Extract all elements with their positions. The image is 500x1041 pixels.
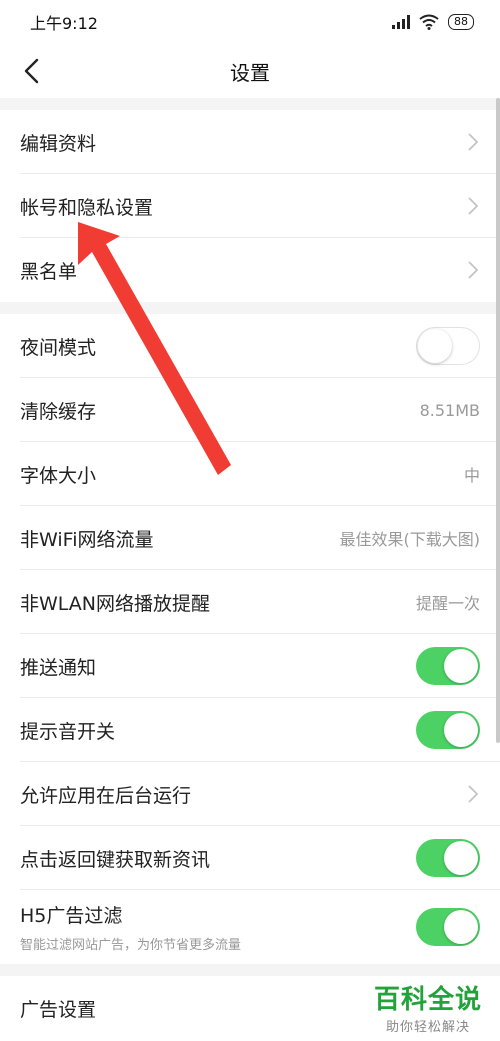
row-non-wlan-reminder[interactable]: 非WLAN网络播放提醒 提醒一次 xyxy=(0,570,500,634)
status-bar: 上午9:12 88 xyxy=(0,0,500,44)
push-notification-toggle[interactable] xyxy=(416,647,480,685)
signal-icon xyxy=(392,15,410,29)
row-label: 黑名单 xyxy=(20,260,78,283)
row-sublabel: 智能过滤网站广告，为你节省更多流量 xyxy=(20,938,242,953)
row-label: 点击返回键获取新资讯 xyxy=(20,848,211,871)
row-push-notification[interactable]: 推送通知 xyxy=(0,634,500,698)
row-h5-ad-filter[interactable]: H5广告过滤 智能过滤网站广告，为你节省更多流量 xyxy=(0,890,500,964)
row-text-block: H5广告过滤 智能过滤网站广告，为你节省更多流量 xyxy=(20,901,241,953)
row-background-run[interactable]: 允许应用在后台运行 xyxy=(0,762,500,826)
row-night-mode[interactable]: 夜间模式 xyxy=(0,314,500,378)
scrollbar[interactable] xyxy=(496,98,500,743)
row-label: 编辑资料 xyxy=(20,132,97,155)
row-label: 清除缓存 xyxy=(20,400,97,423)
wifi-icon xyxy=(419,14,439,30)
row-label: 字体大小 xyxy=(20,464,97,487)
battery-indicator: 88 xyxy=(448,14,474,30)
row-label: H5广告过滤 xyxy=(20,905,123,927)
nav-bar: 设置 xyxy=(0,44,500,98)
row-non-wifi-traffic[interactable]: 非WiFi网络流量 最佳效果(下载大图) xyxy=(0,506,500,570)
row-edit-profile[interactable]: 编辑资料 xyxy=(0,110,500,174)
row-font-size[interactable]: 字体大小 中 xyxy=(0,442,500,506)
row-clear-cache[interactable]: 清除缓存 8.51MB xyxy=(0,378,500,442)
section-divider xyxy=(0,98,500,110)
cache-size-value: 8.51MB xyxy=(419,400,480,420)
chevron-right-icon xyxy=(468,261,479,279)
section-divider xyxy=(0,302,500,314)
font-size-value: 中 xyxy=(463,466,480,485)
row-back-refresh[interactable]: 点击返回键获取新资讯 xyxy=(0,826,500,890)
row-label: 非WiFi网络流量 xyxy=(20,528,154,551)
chevron-right-icon xyxy=(468,133,479,151)
row-label: 帐号和隐私设置 xyxy=(20,196,154,219)
watermark-subtitle: 助你轻松解决 xyxy=(385,1020,470,1035)
settings-group-general: 夜间模式 清除缓存 8.51MB 字体大小 中 非WiFi网络流量 最佳效果(下… xyxy=(0,314,500,964)
row-label: 夜间模式 xyxy=(20,336,97,359)
section-divider xyxy=(0,964,500,976)
chevron-right-icon xyxy=(468,785,479,803)
back-refresh-toggle[interactable] xyxy=(416,839,480,877)
chevron-left-icon xyxy=(24,58,39,84)
watermark-title: 百科全说 xyxy=(373,985,482,1015)
row-label: 非WLAN网络播放提醒 xyxy=(20,592,211,615)
row-label: 广告设置 xyxy=(20,998,97,1021)
non-wifi-value: 最佳效果(下载大图) xyxy=(339,530,481,549)
status-time: 上午9:12 xyxy=(30,14,98,33)
row-blacklist[interactable]: 黑名单 xyxy=(0,238,500,302)
row-label: 提示音开关 xyxy=(20,720,116,743)
page-title: 设置 xyxy=(230,60,270,85)
night-mode-toggle[interactable] xyxy=(416,327,480,365)
h5-ad-filter-toggle[interactable] xyxy=(416,908,480,946)
status-icons: 88 xyxy=(392,14,474,30)
non-wlan-value: 提醒一次 xyxy=(415,594,480,613)
settings-group-profile: 编辑资料 帐号和隐私设置 黑名单 xyxy=(0,110,500,302)
row-label: 推送通知 xyxy=(20,656,97,679)
back-button[interactable] xyxy=(14,54,48,88)
chevron-right-icon xyxy=(468,197,479,215)
row-sound-switch[interactable]: 提示音开关 xyxy=(0,698,500,762)
sound-toggle[interactable] xyxy=(416,711,480,749)
row-label: 允许应用在后台运行 xyxy=(20,784,192,807)
row-account-privacy[interactable]: 帐号和隐私设置 xyxy=(0,174,500,238)
watermark-logo: 百科全说 助你轻松解决 xyxy=(369,982,486,1037)
